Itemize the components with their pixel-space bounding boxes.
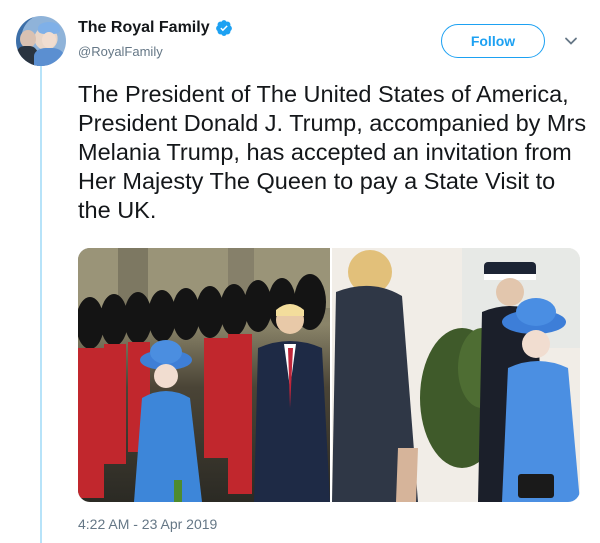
greeting-illustration bbox=[332, 248, 580, 502]
guards-inspection-illustration bbox=[78, 248, 330, 502]
follow-button[interactable]: Follow bbox=[441, 24, 545, 58]
author-name-row[interactable]: The Royal Family bbox=[78, 19, 233, 37]
tweet-timestamp[interactable]: 4:22 AM - 23 Apr 2019 bbox=[78, 516, 217, 532]
greeting-photo[interactable] bbox=[332, 248, 580, 502]
tweet-text: The President of The United States of Am… bbox=[78, 81, 587, 223]
account-handle[interactable]: @RoyalFamily bbox=[78, 44, 163, 59]
verified-badge-icon bbox=[215, 20, 232, 36]
media-grid[interactable] bbox=[78, 248, 580, 502]
display-name[interactable]: The Royal Family bbox=[78, 19, 210, 37]
guards-inspection-photo[interactable] bbox=[78, 248, 330, 502]
avatar[interactable] bbox=[16, 16, 66, 66]
chevron-down-icon[interactable] bbox=[564, 34, 578, 48]
thread-line bbox=[40, 66, 42, 543]
